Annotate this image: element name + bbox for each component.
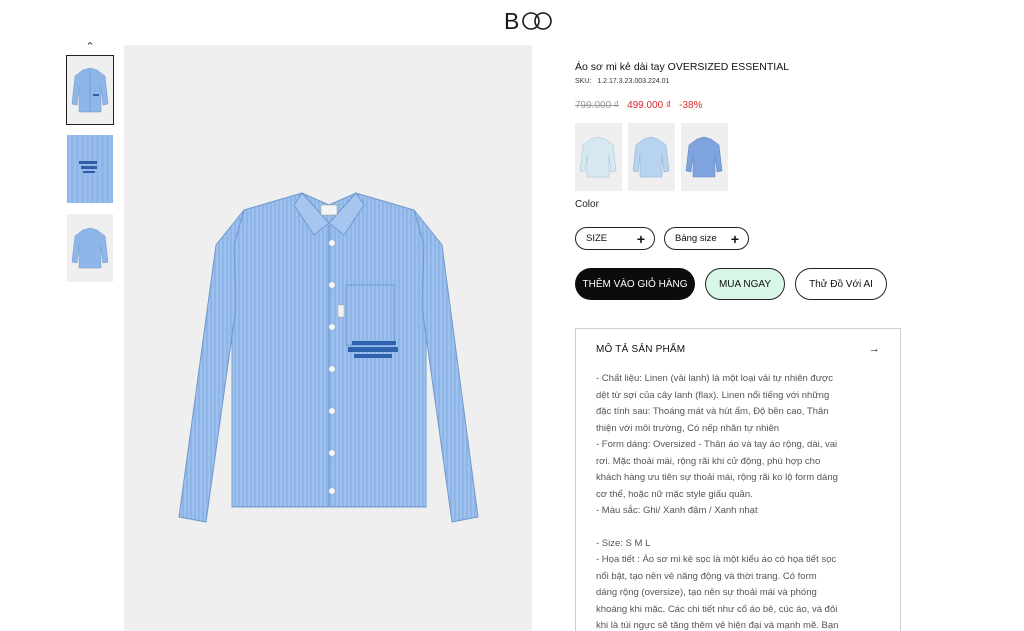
description-line: - Form dáng: Oversized - Thân áo và tay … <box>596 439 838 450</box>
description-heading: MÔ TẢ SẢN PHẨM <box>596 343 686 355</box>
shirt-swatch-image <box>632 136 670 178</box>
description-line: dáng rộng (oversize), tạo nên sự thoải m… <box>596 587 817 598</box>
description-line: - Size: S M L <box>596 537 651 549</box>
brand-logo-letter: B <box>504 7 521 34</box>
product-title: Áo sơ mi kẻ dài tay OVERSIZED ESSENTIAL <box>575 61 790 73</box>
action-buttons: THÊM VÀO GIỎ HÀNG MUA NGAY Thử Đồ Với AI <box>575 268 887 300</box>
shirt-detail-thumb-image <box>67 135 113 203</box>
sale-price: 499.000 ₫ <box>627 100 672 111</box>
size-selector-label: SIZE <box>586 233 608 244</box>
arrow-right-icon: → <box>868 343 880 355</box>
product-sku: SKU: 1.2.17.3.23.003.224.01 <box>575 78 905 85</box>
discount-badge: -38% <box>679 100 703 111</box>
shirt-back-thumb-image <box>71 227 109 269</box>
description-line: - Họa tiết : Áo sơ mi kẻ sọc là một kiểu… <box>596 554 837 565</box>
description-line: thiện với môi trường, Có nếp nhăn tự nhi… <box>596 422 780 434</box>
product-info: Áo sơ mi kẻ dài tay OVERSIZED ESSENTIAL … <box>575 60 905 250</box>
description-line: nổi bật, tạo nên vẻ năng động và thời tr… <box>596 570 817 582</box>
description-body: - Chất liệu: Linen (vải lanh) là một loạ… <box>596 371 880 631</box>
chevron-up-icon[interactable]: ⌃ <box>84 42 96 53</box>
price-row: 799.000 ₫ 499.000 ₫ -38% <box>575 100 905 111</box>
description-line: khách hàng ưu tiên sự thoải mái, rộng rã… <box>596 472 838 483</box>
thumbnail-list <box>66 55 114 293</box>
description-line: khi là túi ngực sẽ tăng thêm vẻ hiện đại… <box>596 620 839 631</box>
shirt-swatch-image <box>579 136 617 178</box>
size-chart-button[interactable]: Bảng size + <box>664 227 749 250</box>
description-line: - Màu sắc: Ghi/ Xanh đậm / Xanh nhạt <box>596 505 758 516</box>
sku-label: SKU: <box>575 78 592 85</box>
color-swatch-dark-blue[interactable] <box>681 123 728 191</box>
thumbnail-back[interactable] <box>67 214 113 282</box>
shirt-swatch-image <box>685 136 723 178</box>
plus-icon: + <box>730 230 739 247</box>
plus-icon: + <box>636 230 645 247</box>
try-on-ai-button[interactable]: Thử Đồ Với AI <box>795 268 887 300</box>
shirt-main-image <box>178 192 479 523</box>
description-line <box>596 520 880 536</box>
main-product-image[interactable] <box>124 45 532 631</box>
product-description: MÔ TẢ SẢN PHẨM → - Chất liệu: Linen (vải… <box>575 328 901 631</box>
color-label: Color <box>575 199 599 210</box>
buy-now-button[interactable]: MUA NGAY <box>705 268 785 300</box>
original-price: 799.000 ₫ <box>575 100 620 111</box>
shirt-front-thumb-image <box>71 67 109 113</box>
thumbnail-detail[interactable] <box>67 135 113 203</box>
description-line: đặc tính sau: Thoáng mát và hút ẩm, Độ b… <box>596 406 829 417</box>
add-to-cart-button[interactable]: THÊM VÀO GIỎ HÀNG <box>575 268 695 300</box>
option-row: SIZE + Bảng size + <box>575 227 905 250</box>
brand-logo-rings <box>522 12 553 30</box>
size-selector[interactable]: SIZE + <box>575 227 655 250</box>
color-swatch-grey[interactable] <box>575 123 622 191</box>
description-header[interactable]: MÔ TẢ SẢN PHẨM → <box>596 343 880 355</box>
description-line: cơ thể, hoặc nữ mặc style giấu quần. <box>596 488 753 500</box>
description-line: rơi. Mặc thoải mái, rộng rãi khi cử động… <box>596 455 821 467</box>
description-line: - Chất liệu: Linen (vải lanh) là một loạ… <box>596 373 834 384</box>
color-swatch-light-blue[interactable] <box>628 123 675 191</box>
brand-logo[interactable]: B <box>504 8 553 34</box>
description-line: khoáng khi mặc. Các chi tiết như cổ áo b… <box>596 603 838 615</box>
thumbnail-front[interactable] <box>66 55 114 125</box>
size-chart-label: Bảng size <box>675 233 717 244</box>
sku-value: 1.2.17.3.23.003.224.01 <box>597 78 670 85</box>
description-line: dệt từ sợi của cây lanh (flax). Linen nổ… <box>596 389 830 401</box>
color-swatches <box>575 123 905 191</box>
